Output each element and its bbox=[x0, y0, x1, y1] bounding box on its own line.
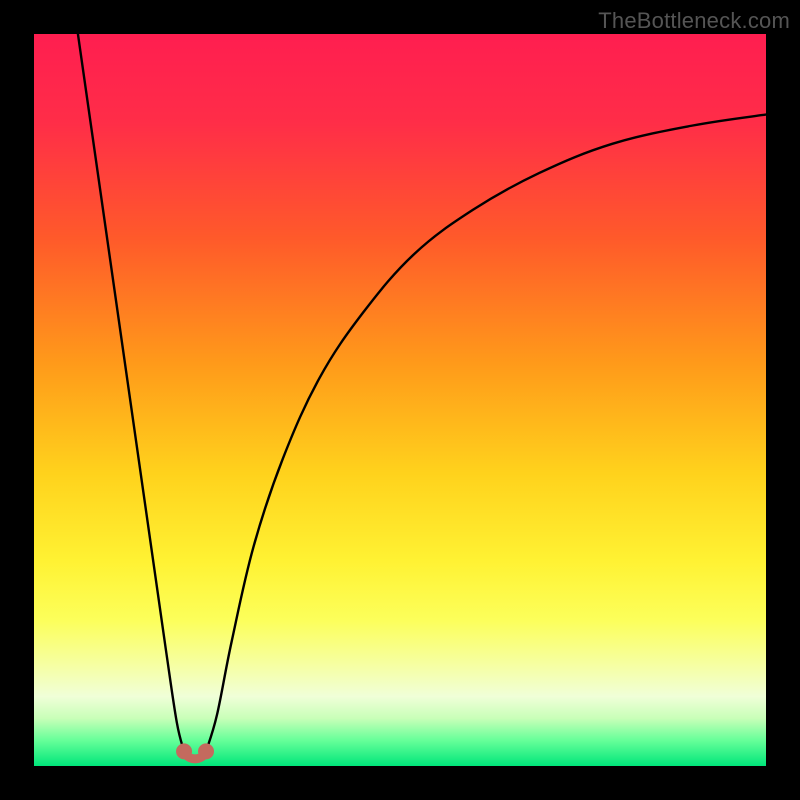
valley-knob-right bbox=[198, 743, 214, 759]
curve-right-branch bbox=[206, 115, 766, 752]
watermark-text: TheBottleneck.com bbox=[598, 8, 790, 34]
chart-frame: TheBottleneck.com bbox=[0, 0, 800, 800]
valley-knob-left bbox=[176, 743, 192, 759]
plot-area bbox=[34, 34, 766, 766]
bottleneck-curve bbox=[34, 34, 766, 766]
curve-left-branch bbox=[78, 34, 184, 751]
